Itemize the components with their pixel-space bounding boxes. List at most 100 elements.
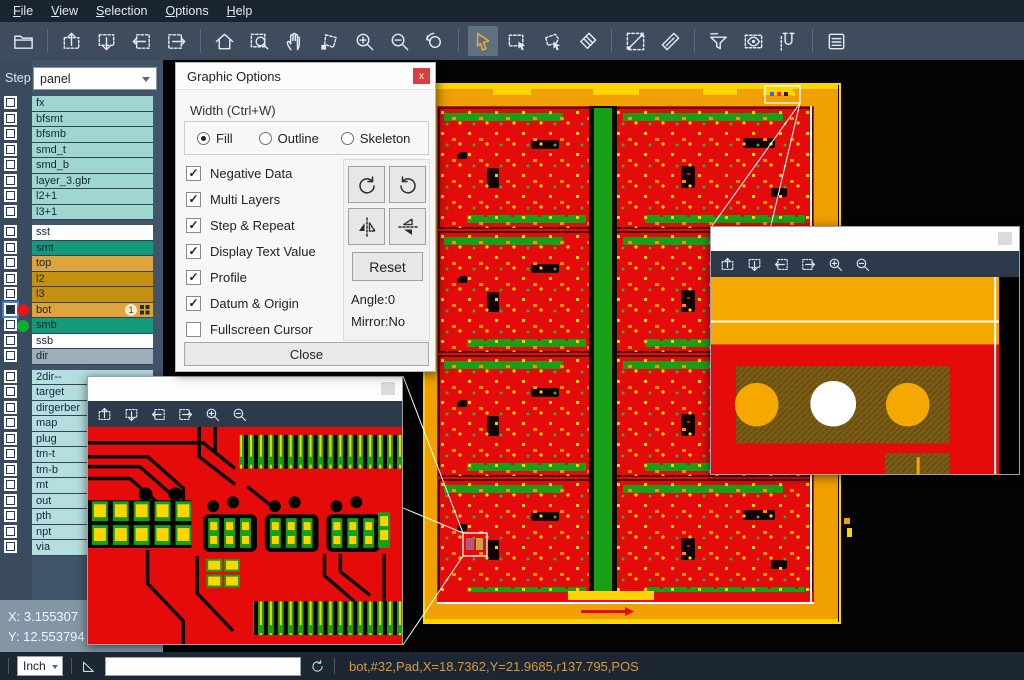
menu-options[interactable]: Options bbox=[156, 1, 217, 21]
checkbox-step-repeat[interactable]: Step & Repeat bbox=[186, 215, 295, 235]
layer-visibility-checkbox[interactable] bbox=[6, 320, 15, 329]
layer-visibility-checkbox[interactable] bbox=[6, 372, 15, 381]
zoom-in-button[interactable] bbox=[825, 254, 845, 274]
layer-label[interactable]: smd_t bbox=[32, 143, 153, 159]
zoom-out-button[interactable] bbox=[229, 404, 249, 424]
layer-label[interactable]: smb bbox=[32, 318, 153, 334]
layer-visibility-checkbox[interactable] bbox=[6, 465, 15, 474]
snap-button[interactable] bbox=[774, 26, 804, 56]
radio-outline[interactable]: Outline bbox=[259, 131, 319, 146]
clear-highlight-button[interactable] bbox=[573, 26, 603, 56]
layer-visibility-checkbox[interactable] bbox=[6, 98, 15, 107]
checkbox-datum-origin[interactable]: Datum & Origin bbox=[186, 293, 299, 313]
layer-label[interactable]: dir bbox=[32, 349, 153, 365]
layer-visibility-checkbox[interactable] bbox=[6, 207, 15, 216]
open-file-button[interactable] bbox=[9, 26, 39, 56]
unit-select[interactable]: Inch bbox=[17, 656, 63, 676]
layer-label[interactable]: l2+1 bbox=[32, 189, 153, 205]
layer-visibility-checkbox[interactable] bbox=[6, 403, 15, 412]
layer-visibility-checkbox[interactable] bbox=[6, 336, 15, 345]
dialog-close-button[interactable]: x bbox=[413, 68, 430, 84]
layer-label[interactable]: smt bbox=[32, 241, 153, 257]
mirror-vertical-button[interactable] bbox=[389, 208, 426, 245]
zoom-out-button[interactable] bbox=[385, 26, 415, 56]
dialog-titlebar[interactable]: Graphic Options bbox=[176, 63, 435, 90]
layer-visibility-checkbox[interactable] bbox=[6, 496, 15, 505]
command-input[interactable] bbox=[105, 657, 301, 676]
pan-hand-button[interactable] bbox=[280, 26, 310, 56]
layer-visibility-checkbox[interactable] bbox=[6, 176, 15, 185]
checkbox-negative-data[interactable]: Negative Data bbox=[186, 163, 292, 183]
layer-visibility-checkbox[interactable] bbox=[6, 274, 15, 283]
rotate-ccw-button[interactable] bbox=[389, 166, 426, 203]
log-panel-button[interactable] bbox=[822, 26, 852, 56]
layer-label[interactable]: bfsmt bbox=[32, 112, 153, 128]
layer-label[interactable]: l2 bbox=[32, 272, 153, 288]
layer-visibility-checkbox[interactable] bbox=[6, 191, 15, 200]
layer-visibility-checkbox[interactable] bbox=[6, 480, 15, 489]
layer-label[interactable]: fx bbox=[32, 96, 153, 112]
menu-file[interactable]: File bbox=[4, 1, 42, 21]
layer-label[interactable]: sst bbox=[32, 225, 153, 241]
magnifier-titlebar[interactable] bbox=[88, 377, 402, 401]
pan-left-button[interactable] bbox=[148, 404, 168, 424]
layer-visibility-checkbox[interactable] bbox=[6, 387, 15, 396]
measure-distance-button[interactable] bbox=[621, 26, 651, 56]
layer-visibility-checkbox[interactable] bbox=[6, 258, 15, 267]
layer-label[interactable]: top bbox=[32, 256, 153, 272]
layer-label[interactable]: l3+1 bbox=[32, 205, 153, 221]
home-view-button[interactable] bbox=[210, 26, 240, 56]
radio-skeleton[interactable]: Skeleton bbox=[341, 131, 411, 146]
layer-visibility-checkbox[interactable] bbox=[6, 542, 15, 551]
window-button[interactable] bbox=[998, 232, 1012, 245]
layer-visibility-checkbox[interactable] bbox=[6, 129, 15, 138]
magnified-pcb-detail[interactable] bbox=[88, 427, 402, 644]
radio-fill[interactable]: Fill bbox=[197, 131, 233, 146]
zoom-in-button[interactable] bbox=[202, 404, 222, 424]
layer-label[interactable]: bfsmb bbox=[32, 127, 153, 143]
layer-label[interactable]: ssb bbox=[32, 334, 153, 350]
layer-visibility-checkbox[interactable] bbox=[6, 449, 15, 458]
layer-label[interactable]: l3 bbox=[32, 287, 153, 303]
close-button[interactable]: Close bbox=[184, 342, 429, 366]
polygon-select-button[interactable] bbox=[538, 26, 568, 56]
paste-down-button[interactable] bbox=[744, 254, 764, 274]
pan-right-button[interactable] bbox=[798, 254, 818, 274]
magnifier-titlebar[interactable] bbox=[711, 227, 1019, 251]
paste-up-button[interactable] bbox=[717, 254, 737, 274]
paste-up-button[interactable] bbox=[57, 26, 87, 56]
paste-down-button[interactable] bbox=[121, 404, 141, 424]
layer-visibility-checkbox[interactable] bbox=[6, 511, 15, 520]
window-button[interactable] bbox=[381, 382, 395, 395]
zoom-out-button[interactable] bbox=[852, 254, 872, 274]
layer-visibility-checkbox[interactable] bbox=[6, 145, 15, 154]
layer-visibility-checkbox[interactable] bbox=[6, 289, 15, 298]
checkbox-multi-layers[interactable]: Multi Layers bbox=[186, 189, 280, 209]
layer-visibility-checkbox[interactable] bbox=[6, 243, 15, 252]
pan-right-button[interactable] bbox=[175, 404, 195, 424]
layer-label[interactable]: bot 1 bbox=[32, 303, 153, 319]
reset-button[interactable]: Reset bbox=[352, 252, 423, 281]
layer-visibility-checkbox[interactable] bbox=[6, 434, 15, 443]
menu-view[interactable]: View bbox=[42, 1, 87, 21]
magnifier-window-1[interactable] bbox=[87, 376, 403, 645]
select-cursor-button[interactable] bbox=[468, 26, 498, 56]
paste-down-button[interactable] bbox=[92, 26, 122, 56]
paste-up-button[interactable] bbox=[94, 404, 114, 424]
magnified-fiducial-detail[interactable] bbox=[711, 277, 1019, 474]
layer-visibility-checkbox[interactable] bbox=[6, 227, 15, 236]
checkbox-profile[interactable]: Profile bbox=[186, 267, 247, 287]
refresh-icon[interactable] bbox=[309, 658, 326, 675]
layer-label[interactable]: smd_b bbox=[32, 158, 153, 174]
pan-left-button[interactable] bbox=[127, 26, 157, 56]
zoom-drag-button[interactable] bbox=[315, 26, 345, 56]
layer-visibility-checkbox[interactable] bbox=[6, 418, 15, 427]
pan-left-button[interactable] bbox=[771, 254, 791, 274]
measure-ruler-button[interactable] bbox=[656, 26, 686, 56]
rotate-cw-button[interactable] bbox=[348, 166, 385, 203]
menu-selection[interactable]: Selection bbox=[87, 1, 156, 21]
rect-select-button[interactable] bbox=[503, 26, 533, 56]
layer-visibility-checkbox[interactable] bbox=[6, 114, 15, 123]
layer-visibility-checkbox[interactable] bbox=[6, 160, 15, 169]
layer-label[interactable]: layer_3.gbr bbox=[32, 174, 153, 190]
